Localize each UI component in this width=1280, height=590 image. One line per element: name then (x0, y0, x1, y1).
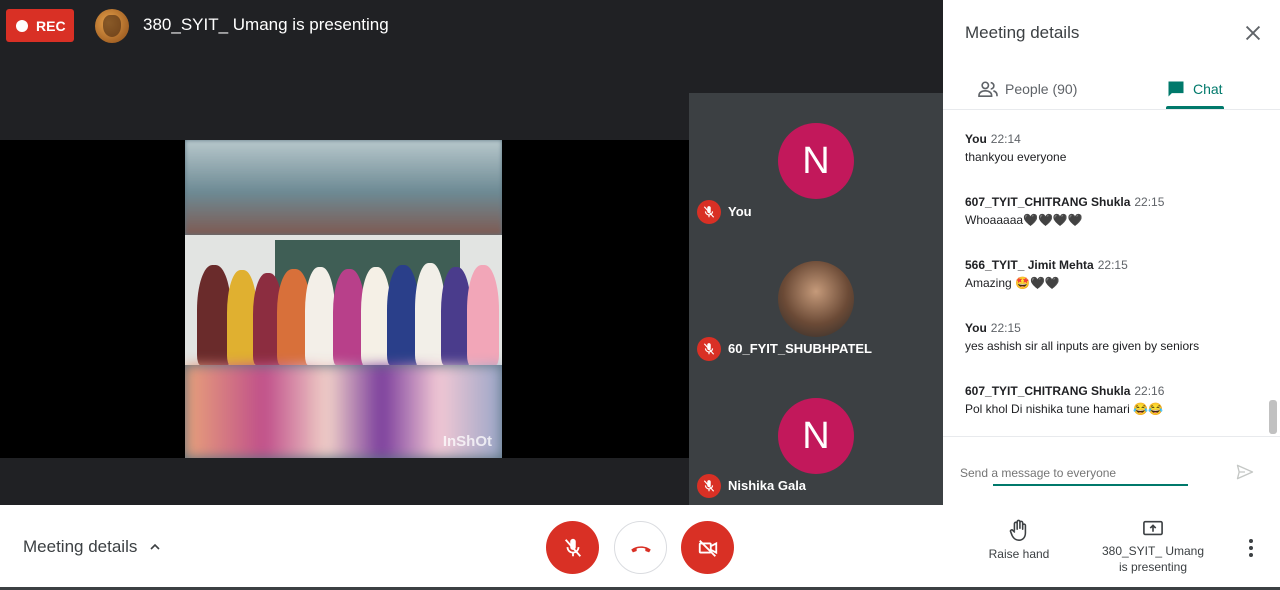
camera-off-icon (698, 539, 717, 557)
composer-focus-line (993, 484, 1188, 486)
chat-messages[interactable]: You 22:14 thankyou everyone 607_TYIT_CHIT… (943, 110, 1280, 436)
recording-dot-icon (16, 19, 28, 32)
message-sender: 566_TYIT_ Jimit Mehta (965, 258, 1094, 272)
meeting-stage: REC 380_SYIT_ Umang is presenting InShOt… (0, 0, 943, 505)
recording-label: REC (36, 17, 66, 34)
participant-avatar: N (778, 398, 854, 474)
presenting-label-line1: 380_SYIT_ Umang (1101, 544, 1205, 558)
meeting-details-button[interactable]: Meeting details (23, 537, 163, 557)
meeting-details-panel: Meeting details People (90) Chat You 22:1… (943, 0, 1280, 505)
tab-people[interactable]: People (90) (977, 68, 1077, 110)
participant-tile[interactable]: N You (689, 93, 943, 228)
photo-blur-top (185, 140, 502, 235)
bottom-control-bar: Meeting details Raise hand 380_SYIT_ Uma… (0, 505, 1280, 590)
message-time: 22:16 (1134, 384, 1165, 398)
close-icon[interactable] (1242, 22, 1264, 44)
participant-name: Nishika Gala (728, 478, 807, 493)
people-icon (978, 81, 998, 98)
composer-divider (943, 436, 1280, 437)
presenting-label-line2: is presenting (1118, 560, 1188, 574)
tab-people-label: People (90) (1005, 81, 1078, 97)
participant-name: You (728, 204, 752, 219)
leave-call-button[interactable] (614, 521, 667, 574)
chat-message: You 22:14 thankyou everyone (965, 132, 1255, 164)
more-options-button[interactable] (1240, 535, 1262, 561)
chat-icon (1168, 81, 1184, 97)
message-sender: You (965, 321, 987, 335)
meeting-details-label: Meeting details (23, 537, 138, 556)
mic-toggle-button[interactable] (546, 521, 599, 574)
chat-message: 607_TYIT_CHITRANG Shukla 22:16 Pol khol D… (965, 384, 1255, 416)
message-time: 22:15 (1134, 195, 1165, 209)
participant-name: 60_FYIT_SHUBHPATEL (728, 341, 872, 356)
raise-hand-label: Raise hand (988, 547, 1050, 561)
more-icon (1249, 539, 1253, 557)
message-text: yes ashish sir all inputs are given by s… (965, 339, 1200, 353)
inshot-watermark: InShOt (442, 433, 492, 450)
chevron-up-icon (150, 543, 160, 550)
presented-photo: InShOt (185, 140, 502, 458)
presenter-title: 380_SYIT_ Umang is presenting (143, 15, 389, 34)
photo-person (197, 265, 231, 365)
message-text: thankyou everyone (965, 150, 1067, 164)
message-sender: 607_TYIT_CHITRANG Shukla (965, 195, 1131, 209)
chat-message: 607_TYIT_CHITRANG Shukla 22:15 Whoaaaaa🖤🖤… (965, 195, 1255, 227)
panel-title: Meeting details (965, 23, 1080, 42)
mic-off-icon (564, 538, 581, 557)
photo-group-area (185, 235, 502, 365)
chat-scrollbar[interactable] (1269, 400, 1277, 434)
message-time: 22:14 (990, 132, 1021, 146)
participant-photo-avatar (778, 261, 854, 337)
presenter-avatar (95, 9, 129, 43)
photo-person (467, 265, 499, 365)
message-text: Amazing 🤩🖤🖤 (965, 276, 1060, 290)
tab-chat-label: Chat (1193, 81, 1223, 97)
message-text: Pol khol Di nishika tune hamari 😂😂 (965, 402, 1163, 416)
chat-message: You 22:15 yes ashish sir all inputs are g… (965, 321, 1255, 353)
mic-off-icon (697, 337, 721, 361)
presenting-button[interactable]: 380_SYIT_ Umang is presenting (1097, 519, 1209, 575)
present-icon (1143, 520, 1163, 536)
message-sender: 607_TYIT_CHITRANG Shukla (965, 384, 1131, 398)
raise-hand-button[interactable]: Raise hand (984, 519, 1054, 561)
message-time: 22:15 (1097, 258, 1128, 272)
camera-toggle-button[interactable] (681, 521, 734, 574)
stage-bottom-strip (0, 458, 689, 505)
participant-tile[interactable]: 60_FYIT_SHUBHPATEL (689, 230, 943, 365)
tab-chat[interactable]: Chat (1166, 68, 1223, 110)
chat-message: 566_TYIT_ Jimit Mehta 22:15 Amazing 🤩🖤🖤 (965, 258, 1255, 290)
message-time: 22:15 (990, 321, 1021, 335)
send-icon[interactable] (1235, 462, 1257, 484)
photo-person (305, 267, 335, 365)
message-input[interactable] (960, 462, 1210, 484)
message-sender: You (965, 132, 987, 146)
participant-tile[interactable]: N Nishika Gala (689, 367, 943, 502)
raise-hand-icon (1009, 519, 1027, 541)
participant-tiles: N You 60_FYIT_SHUBHPATEL N Nishika Gala (689, 93, 943, 505)
participant-avatar: N (778, 123, 854, 199)
mic-off-icon (697, 200, 721, 224)
recording-badge: REC (6, 9, 74, 42)
hangup-icon (630, 545, 651, 552)
mic-off-icon (697, 474, 721, 498)
message-text: Whoaaaaa🖤🖤🖤🖤 (965, 213, 1083, 227)
